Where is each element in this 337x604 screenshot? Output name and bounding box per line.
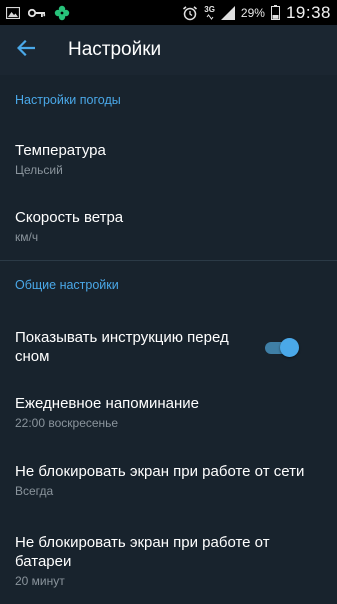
pref-wind-speed-text: Скорость ветра км/ч <box>15 208 321 245</box>
settings-list: Настройки погоды Температура Цельсий Ско… <box>0 75 337 600</box>
section-header-general: Общие настройки <box>15 277 119 292</box>
pref-keep-screen-battery[interactable]: Не блокировать экран при работе от батар… <box>0 514 337 604</box>
pref-daily-reminder[interactable]: Ежедневное напоминание 22:00 воскресенье <box>0 378 337 446</box>
pref-title: Не блокировать экран при работе от сети <box>15 462 305 480</box>
pref-show-instruction[interactable]: Показывать инструкцию перед сном <box>0 308 337 378</box>
status-left-icons <box>6 5 70 21</box>
pref-title: Показывать инструкцию перед сном <box>15 329 229 365</box>
pref-summary: Цельсий <box>15 162 63 177</box>
pref-temperature-text: Температура Цельсий <box>15 141 321 178</box>
toggle-thumb <box>280 338 299 357</box>
pref-title: Ежедневное напоминание <box>15 394 199 412</box>
pref-title: Не блокировать экран при работе от батар… <box>15 534 270 570</box>
pref-wind-speed[interactable]: Скорость ветра км/ч <box>0 193 337 260</box>
network-indicator: 3G <box>204 5 215 20</box>
pref-show-instruction-text: Показывать инструкцию перед сном <box>15 328 255 366</box>
pref-keep-screen-battery-text: Не блокировать экран при работе от батар… <box>15 533 290 589</box>
pref-title: Скорость ветра <box>15 209 124 226</box>
clover-icon <box>54 5 70 21</box>
pref-summary: 22:00 воскресенье <box>15 415 119 430</box>
back-arrow-icon <box>16 39 36 61</box>
signal-icon <box>220 5 235 20</box>
pref-keep-screen-ac-text: Не блокировать экран при работе от сети … <box>15 462 321 499</box>
back-button[interactable] <box>0 25 52 75</box>
key-icon <box>28 8 46 18</box>
pref-summary: 20 минут <box>15 574 65 588</box>
show-instruction-toggle[interactable] <box>265 337 299 357</box>
image-icon <box>6 6 20 19</box>
pref-daily-reminder-text: Ежедневное напоминание 22:00 воскресенье <box>15 394 321 431</box>
battery-percent: 29% <box>240 5 265 20</box>
battery-icon <box>270 5 280 20</box>
status-time: 19:38 <box>285 2 331 22</box>
pref-summary: км/ч <box>15 230 39 244</box>
pref-temperature[interactable]: Температура Цельсий <box>0 125 337 193</box>
pref-title: Температура <box>15 141 106 159</box>
section-header-weather: Настройки погоды <box>15 93 121 107</box>
status-bar: 3G 29% 19:38 <box>0 0 337 25</box>
status-right-icons: 3G 29% 19:38 <box>182 3 331 23</box>
alarm-clock-icon <box>182 5 198 21</box>
app-bar: Настройки <box>0 25 337 75</box>
pref-keep-screen-ac[interactable]: Не блокировать экран при работе от сети … <box>0 446 337 514</box>
page-title: Настройки <box>68 39 162 60</box>
pref-summary: Всегда <box>15 483 54 498</box>
